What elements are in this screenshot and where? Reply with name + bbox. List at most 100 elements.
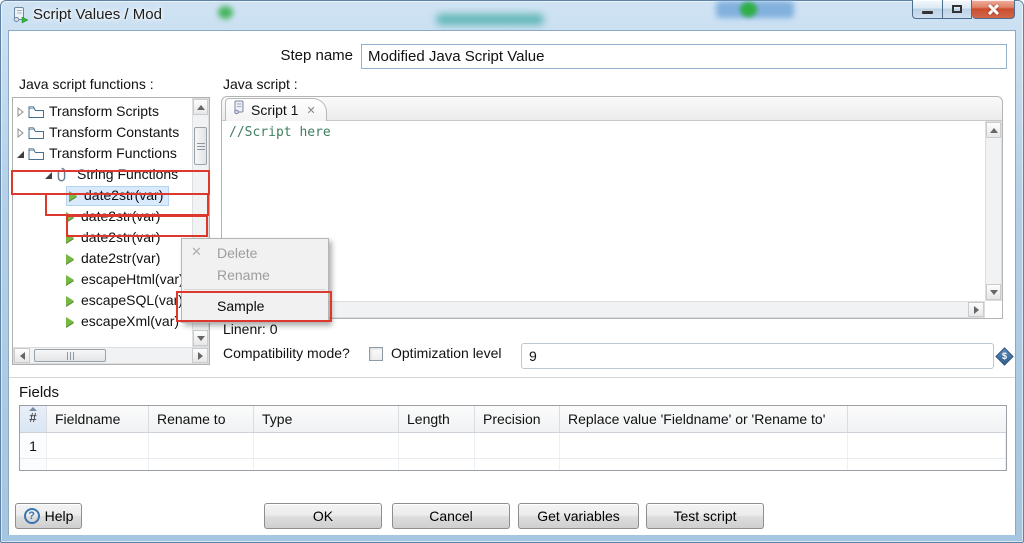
folder-icon — [28, 126, 45, 139]
fields-section-label: Fields — [19, 384, 60, 401]
optimization-level-input[interactable] — [521, 343, 994, 369]
functions-tree: Transform Scripts Transform Constants Tr… — [14, 99, 192, 347]
linenr-label: Linenr: 0 — [223, 321, 278, 337]
tree-item-escapehtml[interactable]: escapeHtml(var) — [14, 269, 192, 290]
column-header-number[interactable]: # — [20, 406, 47, 432]
tree-item-date2str[interactable]: date2str(var) — [14, 206, 192, 227]
tree-item-label: String Functions — [77, 166, 179, 182]
close-icon — [987, 3, 999, 15]
editor-horizontal-scrollbar[interactable] — [222, 301, 985, 318]
window-controls — [912, 0, 1015, 19]
tree-horizontal-scrollbar[interactable] — [13, 347, 209, 364]
tree-item-label: date2str(var) — [81, 250, 161, 266]
type-cell[interactable] — [254, 433, 399, 458]
cancel-button[interactable]: Cancel — [392, 503, 510, 529]
tree-item-date2str[interactable]: date2str(var) — [14, 248, 192, 269]
menu-item-rename[interactable]: Rename — [182, 264, 328, 286]
close-button[interactable] — [972, 0, 1015, 19]
section-divider — [9, 377, 1015, 378]
script-step-icon — [11, 6, 29, 24]
arrow-up-icon — [989, 127, 998, 133]
background-blur-teal — [436, 14, 544, 25]
tab-script-1[interactable]: Script 1 ✕ — [225, 98, 327, 121]
script-tab-bar: Script 1 ✕ — [222, 97, 1002, 121]
menu-item-label: Sample — [217, 298, 265, 314]
window-title: Script Values / Mod — [33, 6, 162, 23]
scroll-right-button[interactable] — [192, 348, 208, 363]
functions-tree-panel: Transform Scripts Transform Constants Tr… — [12, 97, 210, 365]
row-number-cell: 1 — [20, 433, 47, 458]
expander-collapsed-icon[interactable] — [16, 127, 26, 138]
expander-expanded-icon[interactable] — [16, 149, 26, 159]
maximize-button[interactable] — [942, 0, 972, 19]
get-variables-button[interactable]: Get variables — [518, 503, 639, 529]
blank-cell — [848, 433, 1006, 458]
scroll-right-button[interactable] — [968, 302, 984, 317]
context-menu: ✕ Delete Rename Sample — [181, 238, 329, 323]
tree-selection-highlight: date2str(var) — [66, 185, 170, 206]
tree-item-transform-scripts[interactable]: Transform Scripts — [14, 101, 192, 122]
help-button[interactable]: ? Help — [15, 503, 82, 529]
precision-cell[interactable] — [475, 433, 560, 458]
column-header-replace-value[interactable]: Replace value 'Fieldname' or 'Rename to' — [560, 406, 848, 432]
script-file-icon — [233, 100, 245, 120]
tree-item-transform-functions[interactable]: Transform Functions — [14, 143, 192, 164]
fieldname-cell[interactable] — [47, 433, 149, 458]
minimize-button[interactable] — [912, 0, 942, 19]
column-header-fieldname[interactable]: Fieldname — [47, 406, 149, 432]
test-script-button[interactable]: Test script — [646, 503, 764, 529]
function-arrow-icon — [66, 274, 74, 285]
tree-item-date2str[interactable]: date2str(var) — [14, 227, 192, 248]
table-row: 1 — [20, 433, 1006, 459]
ok-button[interactable]: OK — [264, 503, 382, 529]
help-icon: ? — [23, 508, 40, 524]
tree-item-date2str-selected[interactable]: date2str(var) — [14, 185, 192, 206]
length-cell[interactable] — [399, 433, 475, 458]
column-header-type[interactable]: Type — [254, 406, 399, 432]
compatibility-mode-checkbox[interactable] — [369, 347, 383, 361]
scroll-up-button[interactable] — [986, 122, 1001, 138]
tree-item-label: date2str(var) — [81, 229, 161, 245]
thumb-grip — [66, 351, 74, 360]
function-arrow-icon — [66, 316, 74, 327]
tree-item-label: date2str(var) — [81, 208, 161, 224]
expander-collapsed-icon[interactable] — [16, 106, 26, 117]
script-editor[interactable]: //Script here — [223, 121, 985, 301]
expander-expanded-icon[interactable] — [44, 170, 54, 180]
dialog-content: Step name Java script functions : Java s… — [8, 30, 1016, 535]
tree-item-escapexml[interactable]: escapeXml(var) — [14, 311, 192, 332]
scroll-down-button[interactable] — [986, 284, 1001, 300]
folder-icon — [28, 105, 45, 118]
tree-item-escapesql[interactable]: escapeSQL(var) — [14, 290, 192, 311]
scroll-up-button[interactable] — [193, 99, 208, 115]
menu-item-sample[interactable]: Sample — [182, 293, 328, 319]
column-header-rename-to[interactable]: Rename to — [149, 406, 254, 432]
step-name-input[interactable] — [361, 44, 1007, 69]
scrollbar-thumb[interactable] — [34, 349, 106, 362]
java-script-panel: Script 1 ✕ //Script here — [221, 96, 1003, 319]
tree-item-label: escapeHtml(var) — [81, 271, 184, 287]
variable-dollar-icon[interactable]: $ — [995, 347, 1014, 366]
tab-close-icon[interactable]: ✕ — [306, 104, 315, 117]
scroll-left-button[interactable] — [14, 348, 30, 363]
tree-item-transform-constants[interactable]: Transform Constants — [14, 122, 192, 143]
delete-icon: ✕ — [191, 244, 202, 259]
tree-item-label: escapeSQL(var) — [81, 292, 183, 308]
tree-item-label: Transform Constants — [49, 124, 180, 140]
replace-value-cell[interactable] — [560, 433, 848, 458]
tree-item-string-functions[interactable]: String Functions — [14, 164, 192, 185]
menu-item-delete[interactable]: ✕ Delete — [182, 242, 328, 264]
scrollbar-thumb[interactable] — [194, 127, 207, 165]
arrow-right-icon — [973, 305, 979, 314]
functions-panel-label: Java script functions : — [19, 76, 154, 92]
title-bar[interactable]: Script Values / Mod — [0, 0, 1024, 30]
scroll-down-button[interactable] — [193, 330, 208, 346]
arrow-left-icon — [19, 351, 25, 360]
folder-icon — [28, 147, 45, 160]
rename-to-cell[interactable] — [149, 433, 254, 458]
menu-item-label: Rename — [217, 267, 270, 283]
editor-vertical-scrollbar[interactable] — [985, 121, 1002, 301]
optimization-level-label: Optimization level — [391, 345, 502, 361]
column-header-length[interactable]: Length — [399, 406, 475, 432]
column-header-precision[interactable]: Precision — [475, 406, 560, 432]
